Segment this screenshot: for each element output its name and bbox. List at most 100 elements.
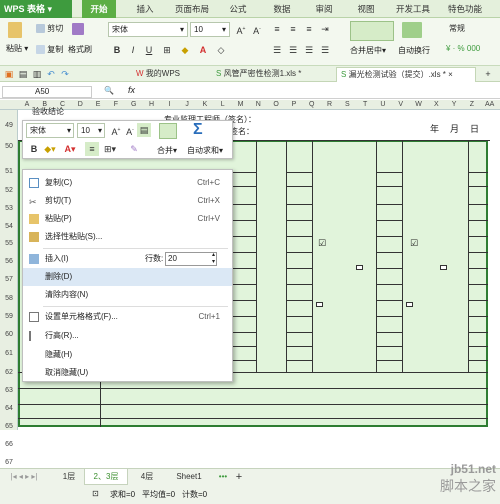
cell-day[interactable]: 日	[470, 122, 479, 135]
row-header[interactable]: 66	[0, 441, 18, 448]
row-header[interactable]: 53	[0, 205, 18, 212]
menu-copy[interactable]: 复制(C) Ctrl+C	[23, 174, 232, 192]
align-center-icon[interactable]: ☰	[286, 43, 300, 57]
tab-features[interactable]: 特色功能	[442, 0, 488, 18]
tab-page-layout[interactable]: 页面布局	[168, 0, 216, 18]
mini-autosum-button[interactable]: 自动求和▾	[187, 145, 223, 156]
column-header[interactable]: W	[410, 100, 428, 110]
row-header[interactable]: 55	[0, 240, 18, 247]
autosum-icon[interactable]: Σ	[193, 121, 203, 139]
clear-format-icon[interactable]: ◇	[214, 43, 228, 57]
row-header[interactable]: 50	[0, 143, 18, 150]
mini-font-name[interactable]: 宋体 ▾	[26, 123, 74, 138]
column-header[interactable]: Z	[463, 100, 481, 110]
copy-button[interactable]: 复制	[36, 44, 63, 55]
mini-format-painter[interactable]: ✎	[127, 142, 141, 156]
mini-merge-icon[interactable]	[159, 123, 177, 139]
font-name-select[interactable]: 宋体 ▾	[108, 22, 188, 37]
row-header[interactable]: 52	[0, 187, 18, 194]
app-menu-button[interactable]: WPS 表格 ▾	[0, 0, 72, 18]
column-header[interactable]: V	[392, 100, 410, 110]
column-header[interactable]: T	[356, 100, 374, 110]
format-painter-button[interactable]: 格式刷	[68, 44, 92, 55]
menu-row-height[interactable]: 行高(R)...	[23, 327, 232, 345]
column-header[interactable]: AA	[481, 100, 499, 110]
add-sheet-button[interactable]: +	[232, 469, 246, 485]
mini-grow-font[interactable]: A+	[109, 123, 123, 137]
shrink-font-button[interactable]: A-	[250, 22, 264, 36]
merge-center-button[interactable]: 合并居中▾	[350, 45, 386, 56]
menu-unhide[interactable]: 取消隐藏(U)	[23, 364, 232, 382]
font-color-button[interactable]: A	[196, 43, 210, 57]
bold-button[interactable]: B	[110, 43, 124, 57]
row-header[interactable]: 59	[0, 313, 18, 320]
mini-fill-color[interactable]: ◆▾	[43, 142, 57, 156]
format-painter-icon[interactable]	[72, 23, 84, 35]
more-sheets-icon[interactable]: •••	[214, 469, 232, 485]
mini-wrap-icon[interactable]: ▤	[137, 123, 151, 137]
row-header[interactable]: 64	[0, 405, 18, 412]
mini-font-size[interactable]: 10 ▾	[77, 123, 105, 138]
align-bottom-icon[interactable]: ≡	[302, 22, 316, 36]
column-header[interactable]: P	[285, 100, 303, 110]
sheet-nav-arrows[interactable]: |◂ ◂ ▸ ▸|	[4, 469, 44, 485]
new-tab-button[interactable]: +	[482, 67, 494, 81]
column-header[interactable]: U	[374, 100, 392, 110]
cut-button[interactable]: 剪切	[36, 23, 63, 34]
paste-icon[interactable]	[8, 22, 22, 38]
column-header[interactable]: Y	[445, 100, 463, 110]
mini-merge-button[interactable]: 合并▾	[157, 145, 177, 156]
tab-insert[interactable]: 插入	[130, 0, 160, 18]
justify-icon[interactable]: ☰	[318, 43, 332, 57]
folder-icon[interactable]: ▣	[4, 67, 14, 81]
underline-button[interactable]: U	[142, 43, 156, 57]
row-header[interactable]: 58	[0, 295, 18, 302]
indent-icon[interactable]: ⇥	[318, 22, 332, 36]
wrap-text-button[interactable]: 自动换行	[398, 45, 430, 56]
column-header[interactable]: J	[178, 100, 196, 110]
doc-tab-my-wps[interactable]: W 我的WPS	[132, 67, 210, 82]
border-button[interactable]: ⊞	[160, 43, 174, 57]
menu-cut[interactable]: ✂ 剪切(T) Ctrl+X	[23, 192, 232, 210]
undo-icon[interactable]: ↶	[46, 67, 56, 81]
cell-sign[interactable]: 签名：	[230, 126, 254, 137]
fill-color-button[interactable]: ◆	[178, 43, 192, 57]
row-header[interactable]: 56	[0, 258, 18, 265]
sheet-tab-2-3[interactable]: 2、3层	[84, 469, 128, 485]
name-box[interactable]: A50	[2, 86, 92, 98]
column-header[interactable]: N	[249, 100, 267, 110]
cell-conclusion[interactable]: 验收结论	[32, 106, 64, 117]
doc-tab-duct-test[interactable]: S 风管严密性检测1.xls *	[212, 67, 332, 82]
tab-data[interactable]: 数据	[268, 0, 296, 18]
row-header[interactable]: 63	[0, 387, 18, 394]
align-middle-icon[interactable]: ≡	[286, 22, 300, 36]
tab-developer[interactable]: 开发工具	[390, 0, 436, 18]
row-header[interactable]: 65	[0, 423, 18, 430]
column-header[interactable]: L	[214, 100, 232, 110]
column-header[interactable]: D	[71, 100, 89, 110]
fx-button[interactable]: fx	[128, 85, 135, 95]
currency-icon[interactable]: ¥ · % 000	[446, 44, 480, 53]
mini-font-color[interactable]: A▾	[63, 142, 77, 156]
tab-home[interactable]: 开始	[82, 0, 116, 18]
print-icon[interactable]: ▥	[32, 67, 42, 81]
column-header[interactable]: H	[143, 100, 161, 110]
doc-tab-light-leak[interactable]: S 漏光检测试验（提交）.xls * ×	[336, 67, 476, 82]
italic-button[interactable]: I	[126, 43, 140, 57]
menu-paste[interactable]: 粘贴(P) Ctrl+V	[23, 210, 232, 228]
menu-paste-special[interactable]: 选择性粘贴(S)...	[23, 228, 232, 246]
column-header[interactable]: R	[321, 100, 339, 110]
menu-delete[interactable]: 删除(D)	[23, 268, 232, 286]
sheet-tab-4[interactable]: 4层	[132, 469, 162, 485]
zoom-icon[interactable]: 🔍	[104, 86, 114, 95]
cell-month[interactable]: 月	[450, 122, 459, 135]
row-header[interactable]: 57	[0, 276, 18, 283]
column-header[interactable]: E	[89, 100, 107, 110]
column-header[interactable]: F	[107, 100, 125, 110]
number-format-select[interactable]: 常规	[446, 22, 496, 37]
row-header[interactable]: 61	[0, 350, 18, 357]
tab-formulas[interactable]: 公式	[224, 0, 252, 18]
menu-insert[interactable]: 插入(I) 行数: 20 ▴ ▾	[23, 250, 232, 268]
row-header[interactable]: 51	[0, 168, 18, 175]
menu-clear-contents[interactable]: 清除内容(N)	[23, 286, 232, 304]
